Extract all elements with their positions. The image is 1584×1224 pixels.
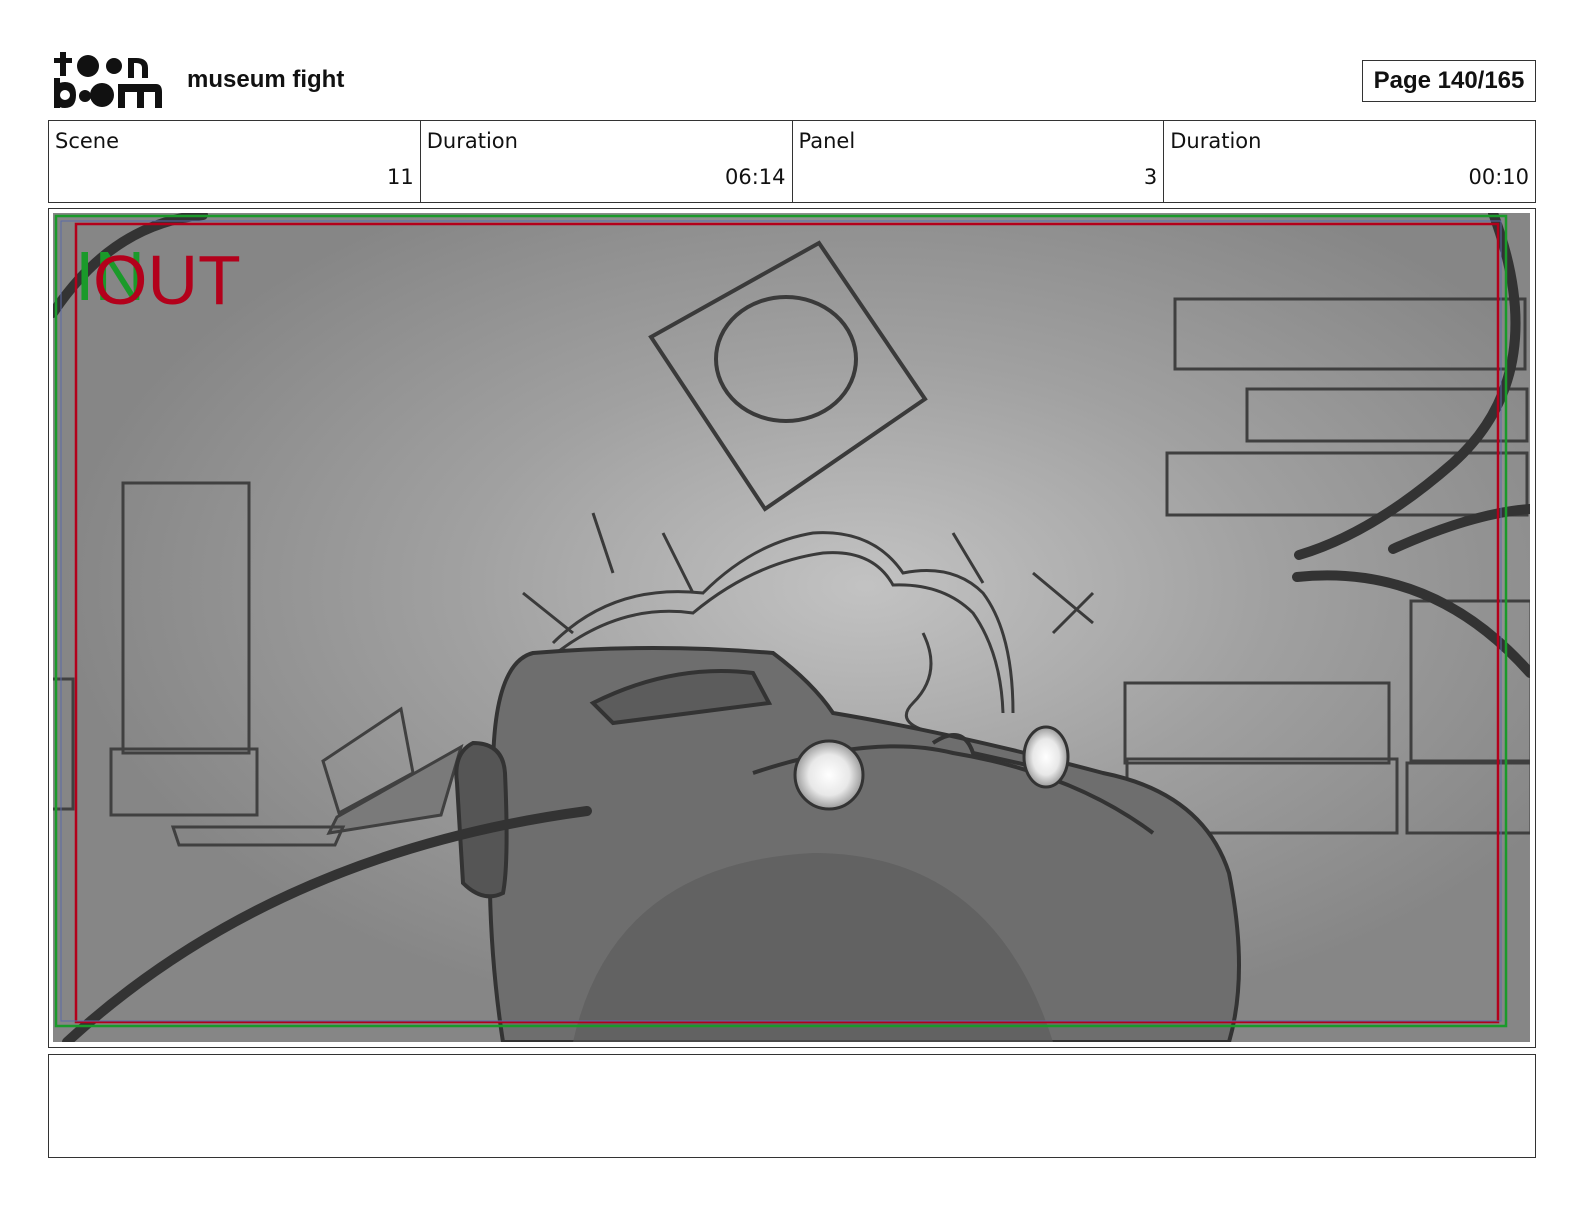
panel-cell: Panel 3: [793, 121, 1165, 202]
scene-cell: Scene 11: [49, 121, 421, 202]
scene-label: Scene: [55, 129, 120, 153]
scene-duration-label: Duration: [426, 129, 518, 153]
toon-boom-logo: [52, 48, 164, 114]
scene-duration-value: 06:14: [724, 165, 786, 189]
scene-duration-cell: Duration 06:14: [421, 121, 793, 202]
page-indicator: Page 140/165: [1362, 60, 1536, 102]
panel-value: 3: [1143, 165, 1158, 189]
panel-label: Panel: [798, 129, 856, 153]
project-title: museum fight: [187, 66, 345, 93]
scene-value: 11: [387, 165, 414, 189]
panel-duration-cell: Duration 00:10: [1164, 121, 1535, 202]
panel-duration-value: 00:10: [1468, 165, 1529, 189]
panel-sketch: [53, 213, 1530, 1042]
out-marker: OUT: [93, 241, 241, 319]
notes-box: [48, 1054, 1536, 1158]
storyboard-panel: IN OUT: [48, 208, 1536, 1048]
panel-duration-label: Duration: [1170, 129, 1262, 153]
info-table: Scene 11 Duration 06:14 Panel 3 Duration…: [48, 120, 1536, 203]
